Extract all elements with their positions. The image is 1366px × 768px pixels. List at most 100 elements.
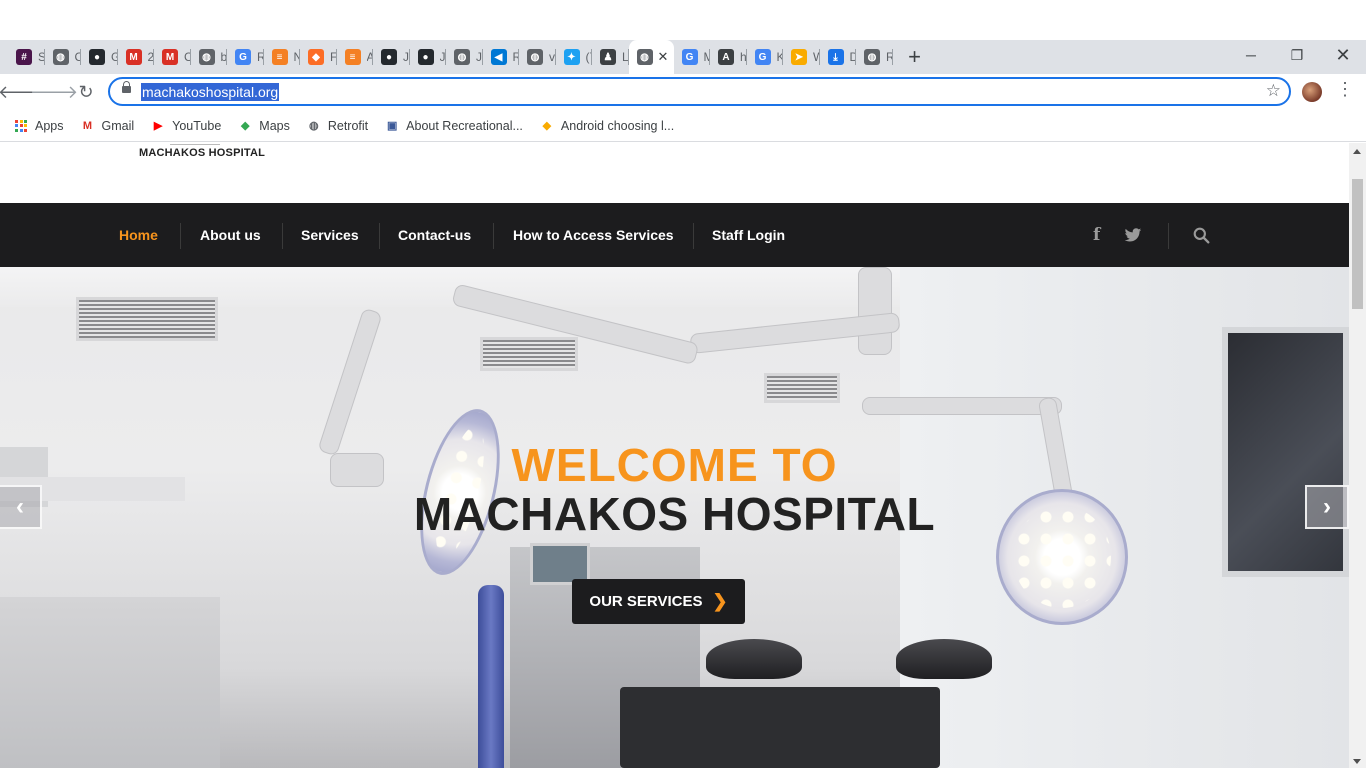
browser-tab[interactable]: MC — [154, 40, 191, 74]
facebook-icon[interactable]: f — [1093, 203, 1100, 267]
browser-tab[interactable]: ⤓ D — [820, 40, 856, 74]
apps-grid-icon — [14, 119, 28, 133]
tab-favicon-icon: ● — [89, 49, 105, 65]
browser-tab[interactable]: GR — [227, 40, 264, 74]
address-bar[interactable]: machakoshospital.org ☆ — [108, 77, 1291, 106]
forward-button[interactable]: 🡒 — [30, 80, 78, 104]
search-icon[interactable] — [1193, 203, 1210, 267]
browser-tab[interactable]: ◍ C — [45, 40, 81, 74]
nav-about-us[interactable]: About us — [200, 203, 261, 267]
new-tab-button[interactable]: + — [901, 43, 929, 71]
tab-list: #Sl◍C●GM2MC◍blGR≡N◆Fi≡A●Ja●Ja◍Ja◀R◍vi✦(7… — [0, 40, 893, 74]
browser-tab[interactable]: ♟ Le — [592, 40, 629, 74]
bookmark-label: YouTube — [172, 118, 222, 133]
chevron-right-icon: ❯ — [712, 591, 728, 611]
scroll-thumb[interactable] — [1352, 179, 1363, 309]
browser-tab[interactable]: ≡ N — [264, 40, 300, 74]
gmail-icon: M — [82, 119, 93, 132]
bookmark-item[interactable]: M Gmail — [81, 119, 134, 133]
hero-title-welcome: WELCOME TO — [511, 439, 838, 491]
browser-tab[interactable]: Ah — [710, 40, 747, 74]
browser-tab[interactable]: #Sl — [8, 40, 45, 74]
browser-tab[interactable]: ➤ W — [783, 40, 820, 74]
profile-avatar[interactable] — [1302, 82, 1322, 102]
browser-tab[interactable]: ◍ R — [856, 40, 893, 74]
browser-tab[interactable]: ●Ja — [410, 40, 446, 74]
browser-tab[interactable]: ●Ja — [373, 40, 410, 74]
site-navbar: Home About us Services Contact-us How to… — [0, 203, 1349, 267]
tab-favicon-icon: ◍ — [864, 49, 880, 65]
slider-next-button[interactable]: › — [1305, 485, 1349, 529]
chevron-left-icon: ‹ — [16, 493, 24, 520]
bookmark-item[interactable]: ◆ Maps — [238, 119, 290, 133]
browser-tab[interactable]: ◍bl — [191, 40, 227, 74]
tab-favicon-icon: ◍ — [454, 49, 470, 65]
twitter-icon[interactable] — [1124, 203, 1142, 267]
tab-favicon-icon: M — [162, 49, 178, 65]
bookmark-item[interactable]: ▣ About Recreational... — [385, 119, 523, 133]
browser-tab[interactable]: GM — [674, 40, 710, 74]
bookmark-item[interactable]: Apps — [14, 119, 64, 133]
browser-tab[interactable]: ● G — [81, 40, 118, 74]
scroll-up-arrow[interactable] — [1353, 149, 1361, 154]
minimize-button[interactable]: ─ — [1228, 40, 1274, 70]
tab-favicon-icon: G — [754, 49, 771, 65]
scroll-down-arrow[interactable] — [1353, 759, 1361, 764]
tab-favicon-icon: ◆ — [308, 49, 324, 65]
maps-icon: ◆ — [241, 120, 250, 132]
our-services-button[interactable]: OUR SERVICES ❯ — [572, 579, 745, 624]
globe-icon: ◍ — [309, 120, 319, 132]
nav-contact-us[interactable]: Contact-us — [398, 203, 471, 267]
ceiling-vent — [764, 373, 840, 403]
browser-tab-active[interactable]: ◍ ✕ — [628, 40, 674, 74]
close-window-button[interactable]: ✕ — [1320, 40, 1366, 70]
browser-tab[interactable]: ≡ A — [337, 40, 373, 74]
bookmark-item[interactable]: ▶ YouTube — [151, 119, 221, 133]
lock-icon — [122, 81, 131, 93]
bookmark-item[interactable]: ◍ Retrofit — [307, 119, 368, 133]
tab-favicon-icon: ✦ — [563, 49, 580, 65]
browser-tab[interactable]: ✦(7 — [556, 40, 592, 74]
tab-favicon-icon: ◍ — [527, 49, 543, 65]
bookmark-star-icon[interactable]: ☆ — [1266, 81, 1281, 101]
browser-tab[interactable]: M2 — [118, 40, 154, 74]
hero-title-hospital: MACHAKOS HOSPITAL — [413, 488, 936, 540]
tab-favicon-icon: ≡ — [271, 49, 288, 65]
nav-divider — [693, 223, 694, 249]
bookmark-label: Android choosing l... — [560, 118, 675, 133]
lamp-mount — [858, 267, 892, 355]
stirrup-right — [896, 639, 992, 679]
browser-tab[interactable]: ◍vi — [519, 40, 556, 74]
tab-favicon-icon: ➤ — [791, 49, 807, 65]
tab-favicon-icon: ≡ — [344, 49, 361, 65]
nav-staff-login[interactable]: Staff Login — [712, 203, 785, 267]
tab-close-icon[interactable]: ✕ — [658, 49, 669, 65]
nav-services[interactable]: Services — [301, 203, 359, 267]
tab-favicon-icon: M — [125, 49, 142, 65]
site-logo-text[interactable]: MACHAKOS HOSPITAL — [139, 147, 265, 159]
slider-prev-button[interactable]: ‹ — [0, 485, 42, 529]
bookmark-item[interactable]: ◆ Android choosing l... — [540, 118, 675, 133]
nav-divider — [180, 223, 181, 249]
nav-divider — [282, 223, 283, 249]
page-scrollbar[interactable] — [1349, 143, 1366, 768]
web-page: MACHAKOS HOSPITAL Home About us Services… — [0, 143, 1349, 768]
bookmarks-bar: Apps M Gmail ▶ YouTube ◆ Maps ◍ Retrofit ▣ About R… — [0, 110, 1366, 142]
tab-favicon-icon: G — [681, 49, 698, 65]
nav-home[interactable]: Home — [119, 203, 158, 267]
tab-favicon-icon: ● — [381, 49, 397, 65]
nav-how-to-access-services[interactable]: How to Access Services — [513, 203, 674, 267]
window-titlebar — [0, 0, 1366, 40]
url-text[interactable]: machakoshospital.org — [141, 83, 280, 101]
tab-favicon-icon: G — [235, 49, 251, 65]
reload-button[interactable]: ↻ — [74, 80, 98, 104]
oxygen-cylinder — [478, 585, 504, 768]
browser-tab[interactable]: GK — [747, 40, 783, 74]
browser-tab[interactable]: ◍Ja — [446, 40, 483, 74]
browser-tab[interactable]: ◆Fi — [300, 40, 337, 74]
tab-title: Le — [622, 50, 629, 64]
tab-favicon-icon: ◍ — [52, 49, 69, 65]
restore-button[interactable]: ❐ — [1274, 40, 1320, 70]
chrome-menu-icon[interactable]: ⋮ — [1336, 79, 1354, 100]
browser-tab[interactable]: ◀ R — [483, 40, 519, 74]
